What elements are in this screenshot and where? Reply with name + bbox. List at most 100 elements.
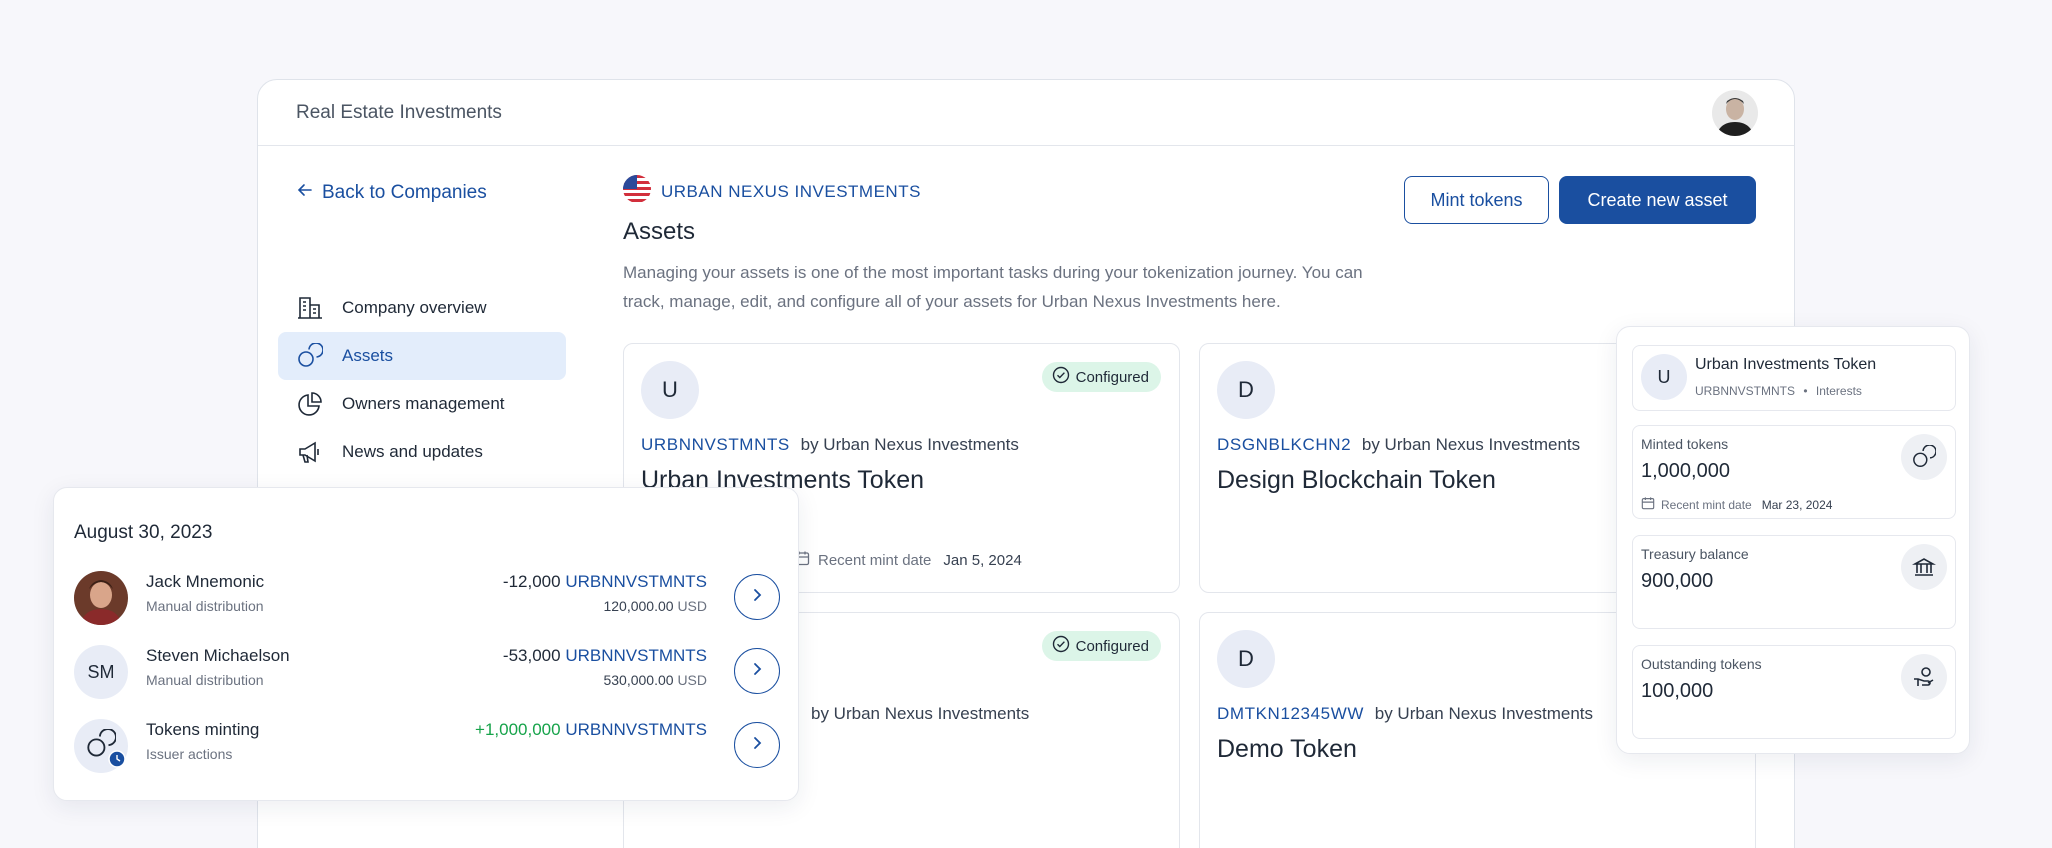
- amount-value: -12,000: [502, 572, 561, 591]
- top-bar: Real Estate Investments: [258, 80, 1794, 146]
- sidebar-nav: Company overview Assets Owners managemen…: [278, 284, 566, 476]
- asset-issuer: by Urban Nexus Investments: [800, 435, 1019, 454]
- asset-symbol-row: DSGNBLKCHN2 by Urban Nexus Investments: [1217, 435, 1580, 455]
- transaction-usd: 120,000.00 USD: [603, 598, 707, 614]
- coins-icon: [296, 342, 324, 370]
- asset-symbol: DMTKN12345WW: [1217, 704, 1365, 723]
- recent-mint-row: Recent mint date Mar 23, 2024: [1641, 496, 1832, 513]
- user-avatar[interactable]: [1712, 89, 1758, 136]
- sidebar-item-owners-management[interactable]: Owners management: [278, 380, 566, 428]
- check-circle-icon: [1052, 635, 1070, 657]
- sidebar-item-label: Assets: [342, 346, 394, 365]
- amount-token: URBNNVSTMNTS: [565, 646, 707, 665]
- building-icon: [296, 294, 324, 322]
- amount-token: URBNNVSTMNTS: [565, 720, 707, 739]
- token-category: Interests: [1815, 384, 1862, 398]
- transaction-row: Tokens minting Issuer actions +1,000,000…: [74, 716, 780, 776]
- treasury-balance-box: Treasury balance 900,000: [1632, 535, 1956, 629]
- asset-issuer: by Urban Nexus Investments: [1361, 435, 1581, 454]
- page-title: Assets: [623, 218, 696, 245]
- chevron-right-icon: [748, 660, 766, 683]
- transaction-row: SM Steven Michaelson Manual distribution…: [74, 642, 780, 702]
- asset-mint-meta: Recent mint date Jan 5, 2024: [794, 550, 1022, 570]
- token-subtitle: URBNNVSTMNTS • Interests: [1695, 384, 1862, 398]
- sidebar-item-news-and-updates[interactable]: News and updates: [278, 428, 566, 476]
- outstanding-value: 100,000: [1641, 680, 1714, 702]
- transaction-details-button[interactable]: [734, 574, 780, 620]
- megaphone-icon: [296, 438, 324, 466]
- separator-dot: •: [1803, 384, 1808, 398]
- clock-icon: [108, 750, 126, 773]
- back-label: Back to Companies: [322, 182, 487, 203]
- token-name: Urban Investments Token: [1695, 356, 1877, 373]
- chevron-right-icon: [748, 586, 766, 609]
- coins-icon: [1901, 434, 1947, 480]
- avatar: [74, 571, 128, 625]
- minted-tokens-box: Minted tokens 1,000,000 Recent mint date…: [1632, 425, 1956, 519]
- usd-currency: USD: [677, 672, 707, 688]
- status-label: Configured: [1075, 368, 1149, 386]
- outstanding-tokens-box: Outstanding tokens 100,000: [1632, 645, 1956, 739]
- asset-issuer: by Urban Nexus Investments: [811, 704, 1030, 723]
- sidebar-item-label: Company overview: [342, 298, 487, 317]
- usd-currency: USD: [677, 598, 707, 614]
- avatar: [74, 719, 128, 773]
- sidebar-item-assets[interactable]: Assets: [278, 332, 566, 380]
- transaction-row: Jack Mnemonic Manual distribution -12,00…: [74, 568, 780, 628]
- transactions-panel: August 30, 2023 Jack Mnemonic Manual dis…: [53, 487, 799, 801]
- asset-issuer: by Urban Nexus Investments: [1374, 704, 1594, 723]
- transaction-amount: +1,000,000 URBNNVSTMNTS: [475, 720, 707, 740]
- mint-date-label: Recent mint date: [1661, 497, 1752, 512]
- transaction-name: Tokens minting: [146, 720, 260, 739]
- amount-value: +1,000,000: [475, 720, 561, 739]
- asset-symbol: URBNNVSTMNTS: [641, 435, 790, 454]
- transaction-name: Jack Mnemonic: [146, 572, 265, 591]
- treasury-value: 900,000: [1641, 570, 1714, 592]
- asset-name: Demo Token: [1217, 735, 1357, 763]
- chevron-right-icon: [748, 734, 766, 757]
- transaction-name: Steven Michaelson: [146, 646, 290, 665]
- outstanding-label: Outstanding tokens: [1641, 656, 1762, 672]
- page-description: Managing your assets is one of the most …: [623, 263, 1363, 311]
- asset-avatar: U: [641, 361, 699, 419]
- sidebar-item-label: Owners management: [342, 394, 505, 413]
- pie-chart-icon: [296, 390, 324, 418]
- usd-value: 530,000.00: [603, 672, 674, 688]
- transaction-amount: -12,000 URBNNVSTMNTS: [503, 572, 707, 592]
- status-badge: Configured: [1041, 631, 1161, 661]
- arrow-left-icon: [296, 181, 314, 205]
- status-label: Configured: [1075, 637, 1149, 655]
- mint-date-value: Jan 5, 2024: [943, 551, 1022, 569]
- transactions-date: August 30, 2023: [74, 522, 213, 543]
- create-new-asset-button[interactable]: Create new asset: [1559, 176, 1756, 224]
- check-circle-icon: [1052, 366, 1070, 388]
- amount-value: -53,000: [502, 646, 561, 665]
- status-badge: Configured: [1041, 362, 1161, 392]
- mint-tokens-button[interactable]: Mint tokens: [1404, 176, 1549, 224]
- avatar: SM: [74, 645, 128, 699]
- transaction-type: Manual distribution: [146, 598, 264, 614]
- transaction-details-button[interactable]: [734, 722, 780, 768]
- transaction-details-button[interactable]: [734, 648, 780, 694]
- mint-date-label: Recent mint date: [818, 551, 932, 569]
- us-flag-icon: [623, 175, 651, 208]
- asset-avatar: D: [1217, 361, 1275, 419]
- app-title: Real Estate Investments: [296, 101, 502, 123]
- back-to-companies-link[interactable]: Back to Companies: [296, 181, 487, 205]
- minted-label: Minted tokens: [1641, 436, 1729, 452]
- transaction-amount: -53,000 URBNNVSTMNTS: [503, 646, 707, 666]
- asset-symbol-row: URBNNVSTMNTS by Urban Nexus Investments: [641, 435, 1019, 455]
- transaction-type: Manual distribution: [146, 672, 264, 688]
- usd-value: 120,000.00: [603, 598, 674, 614]
- company-name: URBAN NEXUS INVESTMENTS: [661, 181, 921, 201]
- asset-name: Design Blockchain Token: [1217, 466, 1496, 494]
- hand-coins-icon: [1901, 654, 1947, 700]
- transaction-type: Issuer actions: [146, 746, 233, 762]
- sidebar-item-company-overview[interactable]: Company overview: [278, 284, 566, 332]
- token-symbol: URBNNVSTMNTS: [1695, 384, 1796, 398]
- company-header: URBAN NEXUS INVESTMENTS: [623, 175, 921, 208]
- amount-token: URBNNVSTMNTS: [565, 572, 707, 591]
- calendar-icon: [1641, 496, 1655, 513]
- asset-symbol: DSGNBLKCHN2: [1217, 435, 1352, 454]
- treasury-label: Treasury balance: [1641, 546, 1749, 562]
